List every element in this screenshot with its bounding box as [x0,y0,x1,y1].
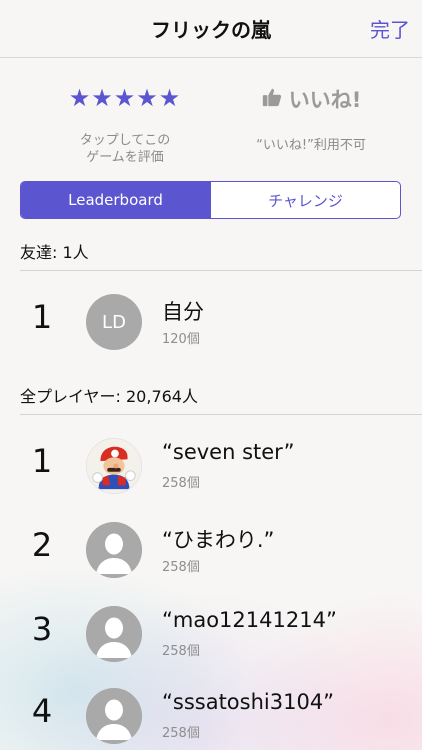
player-name: “ひまわり.” [162,528,275,552]
rating-area: ★★★★★ タップしてこの ゲームを評価 いいね! “いいね!”利用不可 [0,70,422,170]
done-button[interactable]: 完了 [370,14,410,43]
tab-challenge[interactable]: チャレンジ [210,182,400,218]
player-name: “seven ster” [162,440,295,464]
like-label: いいね! [288,88,362,112]
like-caption: “いいね!”利用不可 [256,138,366,153]
divider [20,270,422,271]
navigation-bar: フリックの嵐 完了 [0,0,422,58]
player-score: 258個 [162,726,200,741]
default-avatar-icon [86,522,142,578]
star-rating-icons[interactable]: ★★★★★ [40,84,210,112]
player-score: 258個 [162,560,200,575]
thumbs-up-icon [261,86,283,112]
rank-number: 2 [31,526,53,564]
rank-number: 1 [31,298,53,336]
rank-number: 1 [31,442,53,480]
leaderboard-row[interactable]: 4 “sssatoshi3104” 258個 [0,674,422,750]
divider [20,414,422,415]
tab-leaderboard[interactable]: Leaderboard [21,182,210,218]
rate-caption-line-1: タップしてこの [79,133,171,148]
default-avatar-icon [86,606,142,662]
default-avatar-icon [86,688,142,744]
player-score: 258個 [162,476,200,491]
leaderboard-row[interactable]: 3 “mao12141214” 258個 [0,592,422,676]
rate-caption-line-2: ゲームを評価 [86,150,164,165]
leaderboard-row[interactable]: 2 “ひまわり.” 258個 [0,508,422,592]
segmented-control: Leaderboard チャレンジ [20,181,401,219]
leaderboard-row[interactable]: 1 “seven ster” 258個 [0,424,422,508]
avatar: LD [86,294,142,350]
player-name: 自分 [162,300,204,324]
all-players-section-header: 全プレイヤー: 20,764人 [20,387,198,406]
player-name: “mao12141214” [162,608,337,632]
player-score: 258個 [162,644,200,659]
page-title: フリックの嵐 [151,18,271,42]
mario-avatar-icon [86,438,142,494]
rate-caption: タップしてこの ゲームを評価 [40,132,210,166]
friend-row[interactable]: 1 LD 自分 120個 [0,280,422,364]
rank-number: 3 [31,610,53,648]
like-control: いいね! “いいね!”利用不可 [226,84,396,153]
avatar-initials: LD [102,311,126,333]
friends-section-header: 友達: 1人 [20,243,89,262]
player-name: “sssatoshi3104” [162,690,335,714]
rate-game-control[interactable]: ★★★★★ タップしてこの ゲームを評価 [40,84,210,166]
rank-number: 4 [31,692,53,730]
player-score: 120個 [162,332,200,347]
like-button: いいね! [226,84,396,114]
